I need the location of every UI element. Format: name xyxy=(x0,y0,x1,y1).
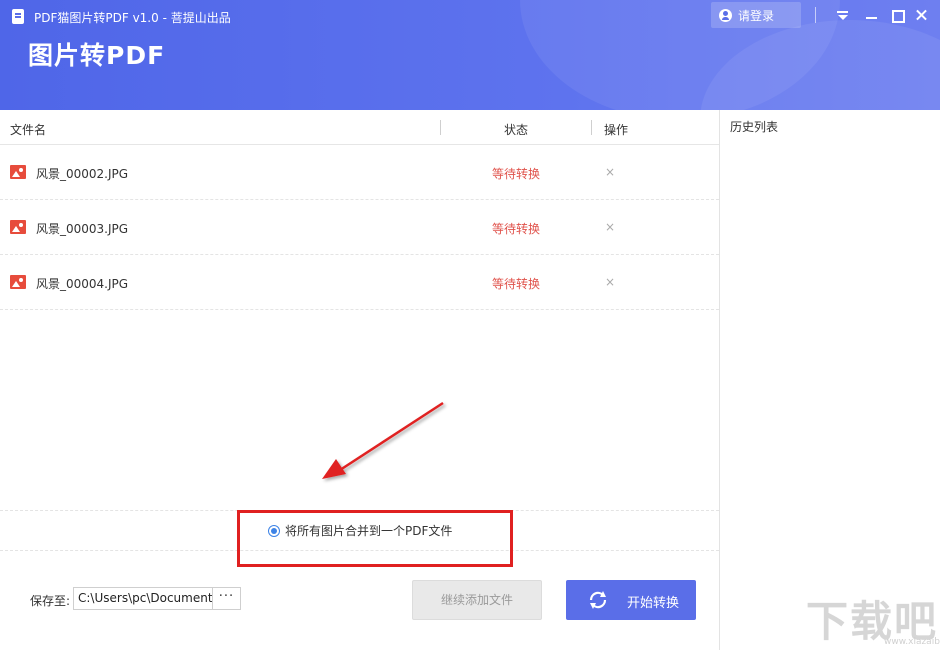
file-name: 风景_00004.JPG xyxy=(36,277,129,291)
image-file-icon xyxy=(10,220,26,234)
file-status: 等待转换 xyxy=(491,277,540,291)
watermark-url: www.xiazaiba.com xyxy=(884,637,940,647)
panel-divider xyxy=(719,110,720,650)
divider xyxy=(815,7,816,23)
column-separator xyxy=(440,120,441,135)
column-filename: 文件名 xyxy=(10,123,47,137)
column-separator xyxy=(591,120,592,135)
login-label: 请登录 xyxy=(738,8,775,23)
table-row[interactable]: 风景_00004.JPG 等待转换 × xyxy=(0,255,719,310)
table-row[interactable]: 风景_00002.JPG 等待转换 × xyxy=(0,145,719,200)
file-status: 等待转换 xyxy=(491,222,540,236)
minimize-icon[interactable] xyxy=(865,8,879,22)
arrow-head xyxy=(322,459,346,479)
login-button[interactable]: 请登录 xyxy=(711,2,801,28)
file-name: 风景_00002.JPG xyxy=(36,167,129,181)
start-convert-label: 开始转换 xyxy=(627,596,680,611)
page-title: 图片转PDF xyxy=(28,41,166,70)
maximize-icon[interactable] xyxy=(891,8,905,23)
file-table-header: 文件名 状态 操作 xyxy=(0,110,719,145)
add-files-button[interactable]: 继续添加文件 xyxy=(412,580,542,620)
browse-button[interactable]: ··· xyxy=(212,587,241,610)
dropdown-menu-icon[interactable] xyxy=(836,8,850,22)
arrow-shaft xyxy=(339,401,444,472)
annotation-highlight-box xyxy=(237,510,513,567)
window-title: PDF猫图片转PDF v1.0 - 菩提山出品 xyxy=(34,11,231,25)
title-bar: PDF猫图片转PDF v1.0 - 菩提山出品 图片转PDF 请登录 xyxy=(0,0,940,110)
user-icon xyxy=(719,8,732,22)
image-file-icon xyxy=(10,165,26,179)
remove-icon[interactable]: × xyxy=(600,217,620,237)
remove-icon[interactable]: × xyxy=(600,272,620,292)
refresh-icon xyxy=(589,591,607,609)
close-icon[interactable] xyxy=(915,8,929,22)
file-name: 风景_00003.JPG xyxy=(36,222,129,236)
remove-icon[interactable]: × xyxy=(600,162,620,182)
save-to-label: 保存至: xyxy=(30,594,71,608)
app-logo-icon xyxy=(12,9,24,24)
column-action: 操作 xyxy=(604,123,629,137)
column-status: 状态 xyxy=(504,123,529,137)
table-row[interactable]: 风景_00003.JPG 等待转换 × xyxy=(0,200,719,255)
history-title: 历史列表 xyxy=(730,120,779,134)
save-path-field[interactable]: C:\Users\pc\Document xyxy=(73,587,213,610)
image-file-icon xyxy=(10,275,26,289)
start-convert-button[interactable]: 开始转换 xyxy=(566,580,696,620)
file-status: 等待转换 xyxy=(491,167,540,181)
